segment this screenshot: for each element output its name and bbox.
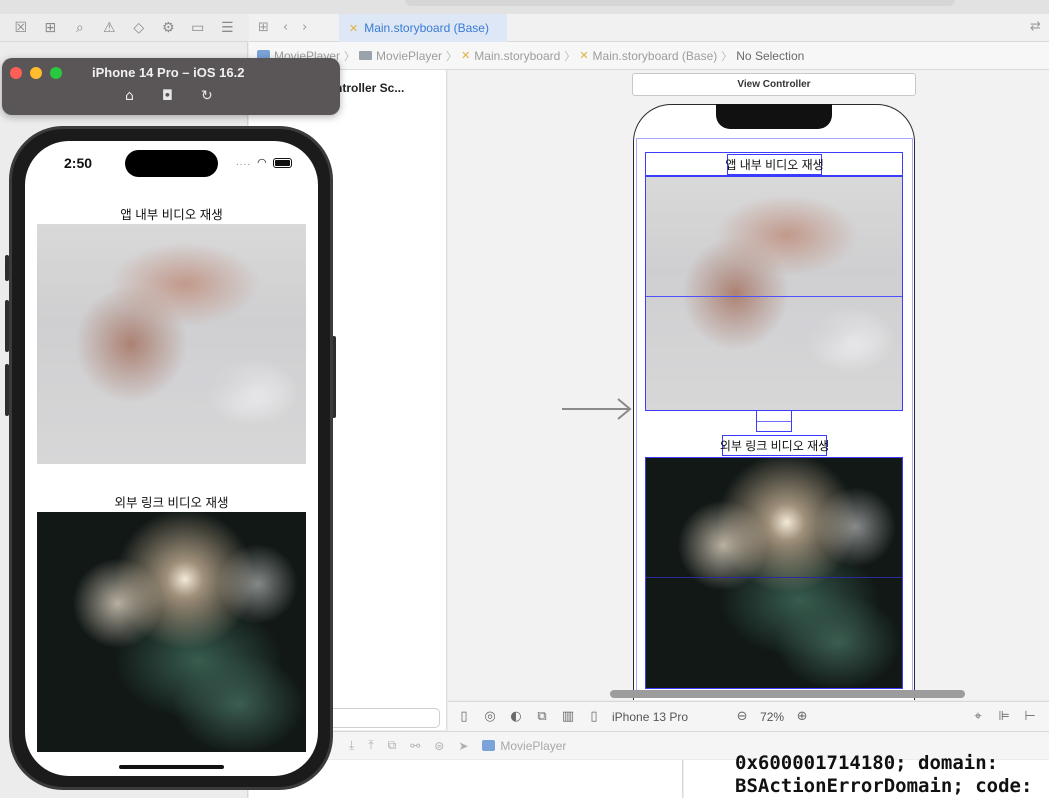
chevron-right-icon: 〉 bbox=[446, 49, 458, 63]
simulator-tools: ⌂ ◘ ↻ bbox=[125, 88, 213, 104]
debug-icon[interactable]: ⚙ bbox=[160, 20, 176, 36]
view-hierarchy-icon[interactable]: ⧉ bbox=[388, 738, 397, 753]
storyboard-icon: ✕ bbox=[349, 21, 359, 35]
chevron-right-icon: 〉 bbox=[721, 49, 733, 63]
chevron-right-icon: 〉 bbox=[344, 49, 356, 63]
activity-area bbox=[405, 0, 955, 6]
app-video-view-2[interactable] bbox=[37, 512, 306, 752]
simulator-title-bar[interactable]: iPhone 14 Pro – iOS 16.2 ⌂ ◘ ↻ bbox=[2, 58, 340, 115]
orientation-icon[interactable]: ⧉ bbox=[534, 709, 550, 724]
home-indicator[interactable] bbox=[119, 765, 224, 769]
zoom-level[interactable]: 72% bbox=[760, 710, 784, 724]
wifi-icon: ◠ bbox=[257, 156, 267, 169]
entry-point-arrow-icon[interactable] bbox=[562, 398, 634, 420]
tab-label: Main.storyboard (Base) bbox=[364, 21, 489, 35]
breadcrumb-item[interactable]: ✕ Main.storyboard bbox=[461, 49, 560, 63]
storyboard-video-view-1[interactable] bbox=[645, 176, 903, 411]
swap-icon[interactable]: ⇄ bbox=[1030, 19, 1041, 34]
environment-icon[interactable]: ⊜ bbox=[434, 739, 444, 753]
guide-line bbox=[757, 421, 791, 422]
scene-title-bar[interactable]: View Controller bbox=[632, 73, 916, 96]
source-control-icon[interactable]: ☒ bbox=[13, 20, 29, 36]
storyboard-video-view-2[interactable] bbox=[645, 457, 903, 689]
symbol-navigator-icon[interactable]: ⊞ bbox=[42, 20, 58, 36]
chevron-right-icon: 〉 bbox=[564, 49, 576, 63]
breakpoint-icon[interactable]: ▭ bbox=[190, 20, 206, 36]
tab-navigation: ⊞ ‹ › bbox=[258, 20, 307, 35]
outline-toggle-icon[interactable]: ▯ bbox=[456, 709, 472, 724]
rotate-icon[interactable]: ↻ bbox=[201, 88, 213, 104]
accessibility-icon[interactable]: ◎ bbox=[482, 709, 498, 724]
issue-icon[interactable]: ⚠ bbox=[101, 20, 117, 36]
report-icon[interactable]: ☰ bbox=[219, 20, 235, 36]
step-over-icon[interactable]: ⤓ bbox=[349, 738, 354, 753]
tab-main-storyboard[interactable]: ✕ Main.storyboard (Base) bbox=[339, 14, 507, 42]
battery-icon bbox=[272, 157, 292, 168]
guide-line bbox=[646, 296, 902, 297]
storyboard-icon: ✕ bbox=[579, 49, 589, 62]
zoom-out-icon[interactable]: ⊖ bbox=[734, 709, 750, 724]
memory-graph-icon[interactable]: ⚯ bbox=[410, 739, 420, 753]
breadcrumb-item[interactable]: No Selection bbox=[736, 49, 804, 63]
breadcrumb-item[interactable]: MoviePlayer bbox=[359, 49, 442, 63]
grid-icon[interactable]: ⊞ bbox=[258, 20, 269, 35]
status-time: 2:50 bbox=[64, 155, 93, 171]
close-button[interactable] bbox=[10, 67, 22, 79]
guide-line bbox=[646, 577, 902, 578]
breadcrumb-item[interactable]: ✕ Main.storyboard (Base) bbox=[579, 49, 717, 63]
test-icon[interactable]: ◇ bbox=[131, 20, 147, 36]
back-icon[interactable]: ‹ bbox=[283, 20, 288, 35]
status-icons: .... ◠ bbox=[236, 156, 292, 169]
device-selector[interactable]: iPhone 13 Pro bbox=[612, 710, 688, 724]
app-label-2: 외부 링크 비디오 재생 bbox=[114, 496, 229, 510]
minimize-button[interactable] bbox=[30, 67, 42, 79]
update-frames-icon[interactable]: ⌖ bbox=[970, 709, 986, 724]
step-into-icon[interactable]: ⤒ bbox=[368, 738, 373, 753]
scene-notch bbox=[716, 104, 832, 129]
debug-target[interactable]: MoviePlayer bbox=[482, 739, 566, 753]
dynamic-island bbox=[125, 150, 218, 177]
add-constraints-icon[interactable]: ⊢ bbox=[1022, 709, 1038, 724]
window-toolbar-strip bbox=[0, 0, 1049, 14]
app-label-1: 앱 내부 비디오 재생 bbox=[120, 208, 223, 222]
device-icon[interactable]: ▯ bbox=[586, 709, 602, 724]
align-icon[interactable]: ⊫ bbox=[996, 709, 1012, 724]
storyboard-label-1[interactable]: 앱 내부 비디오 재생 bbox=[725, 154, 824, 175]
location-icon[interactable]: ➤ bbox=[458, 739, 468, 753]
breadcrumb: MoviePlayer 〉 MoviePlayer 〉 ✕ Main.storyb… bbox=[249, 42, 1049, 70]
screenshot-icon[interactable]: ◘ bbox=[162, 88, 173, 104]
storyboard-label-2[interactable]: 외부 링크 비디오 재생 bbox=[720, 435, 829, 456]
app-video-view-1[interactable] bbox=[37, 224, 306, 464]
appearance-icon[interactable]: ◐ bbox=[508, 709, 524, 724]
find-icon[interactable]: ⌕ bbox=[72, 20, 88, 36]
navigator-selector-bar: ☒ ⊞ ⌕ ⚠ ◇ ⚙ ▭ ☰ bbox=[0, 14, 248, 42]
outline-scene-item[interactable]: ntroller Sc... bbox=[335, 81, 404, 95]
zoom-button[interactable] bbox=[50, 67, 62, 79]
folder-icon bbox=[359, 51, 373, 60]
signal-dots: .... bbox=[236, 157, 252, 168]
horizontal-scrollbar[interactable] bbox=[610, 690, 965, 698]
console-output: 0x600001714180; domain: BSActionErrorDom… bbox=[735, 752, 1033, 797]
forward-icon[interactable]: › bbox=[302, 20, 307, 35]
home-icon[interactable]: ⌂ bbox=[125, 88, 134, 104]
simulator-title: iPhone 14 Pro – iOS 16.2 bbox=[92, 65, 245, 80]
canvas-bottom-bar: ▯ ◎ ◐ ⧉ ▥ ▯ iPhone 13 Pro ⊖ 72% ⊕ ⌖ ⊫ ⊢ bbox=[448, 701, 1049, 731]
app-icon bbox=[482, 740, 496, 751]
layout-icon[interactable]: ▥ bbox=[560, 709, 576, 724]
zoom-in-icon[interactable]: ⊕ bbox=[794, 709, 810, 724]
storyboard-icon: ✕ bbox=[461, 49, 471, 62]
